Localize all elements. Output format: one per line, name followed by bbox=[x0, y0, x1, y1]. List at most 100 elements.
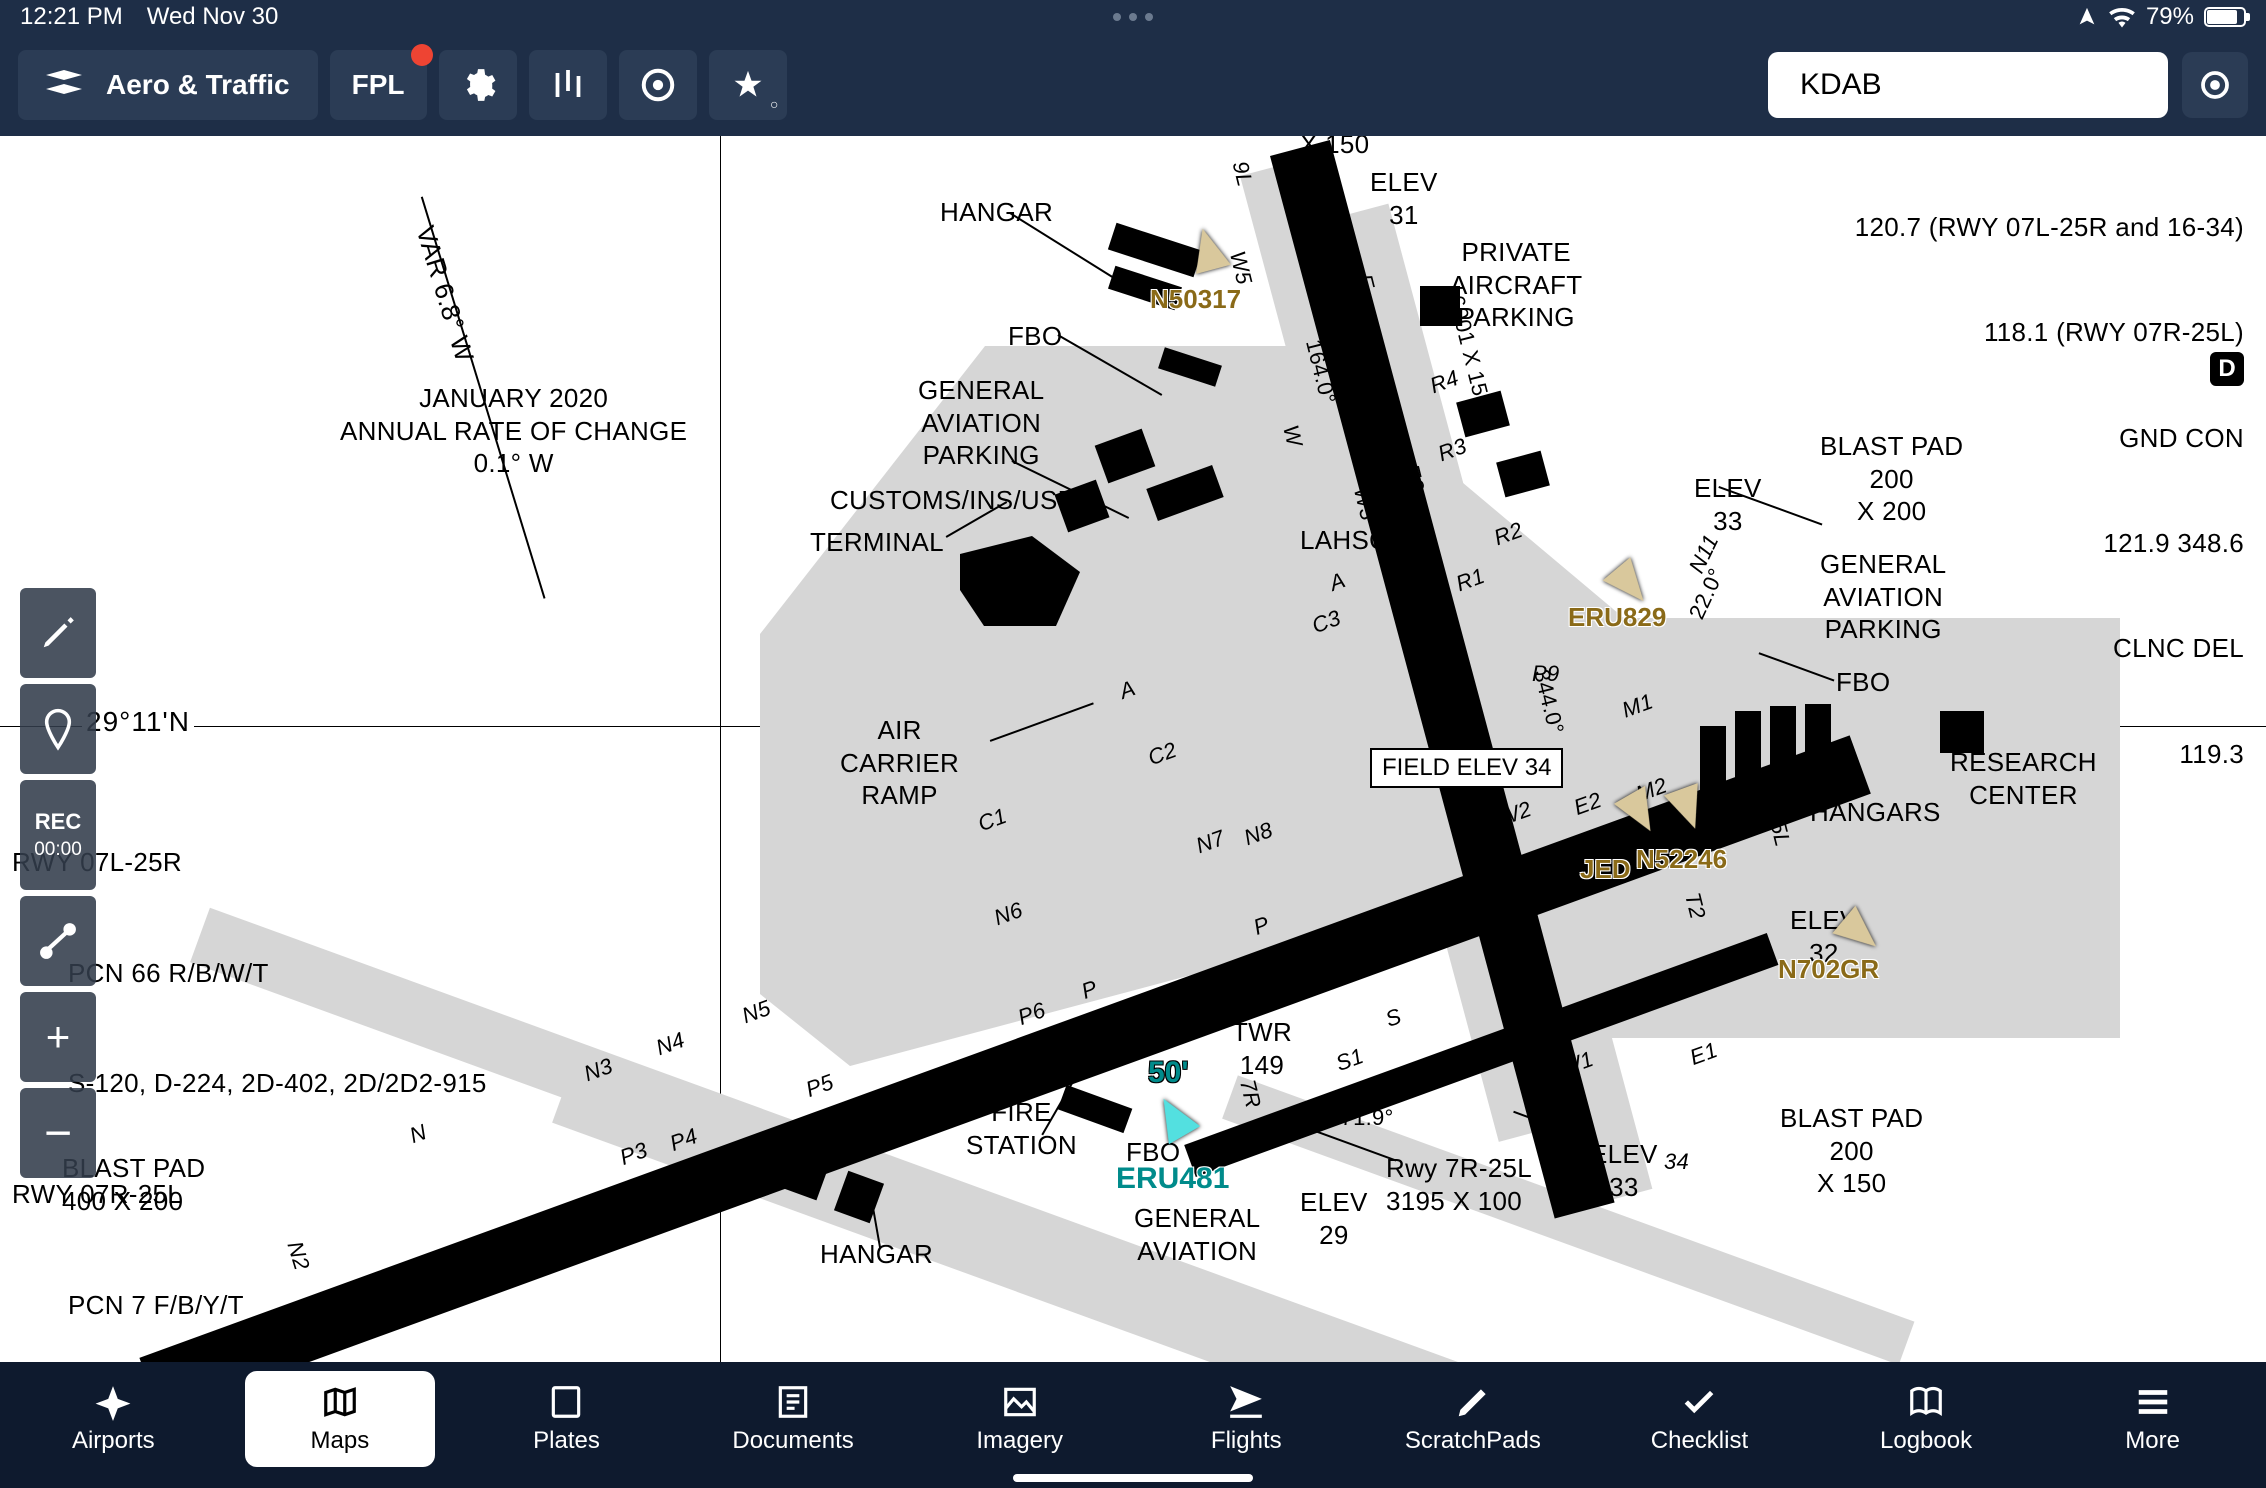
lbl-x150-top: X 150 bbox=[1300, 136, 1369, 161]
twy-N4: N4 bbox=[652, 1026, 688, 1062]
location-icon bbox=[2076, 6, 2098, 28]
top-toolbar: Aero & Traffic FPL ○ ✕ bbox=[0, 34, 2266, 136]
book-icon bbox=[1904, 1383, 1948, 1421]
lbl-elev33-s: ELEV 33 bbox=[1590, 1138, 1658, 1203]
bottom-tab-bar: Airports Maps Plates Documents Imagery F… bbox=[0, 1362, 2266, 1488]
traffic-eru829: ERU829 bbox=[1568, 602, 1666, 633]
menu-icon bbox=[2131, 1383, 2175, 1421]
traffic-n702gr: N702GR bbox=[1778, 954, 1879, 985]
tab-scratchpads[interactable]: ScratchPads bbox=[1378, 1362, 1568, 1476]
waypoint-tool-button[interactable] bbox=[20, 684, 96, 774]
tab-documents[interactable]: Documents bbox=[698, 1362, 888, 1476]
layers-icon bbox=[46, 70, 82, 100]
lbl-elev33: ELEV 33 bbox=[1694, 472, 1762, 537]
tab-plates[interactable]: Plates bbox=[471, 1362, 661, 1476]
tab-checklist[interactable]: Checklist bbox=[1604, 1362, 1794, 1476]
variation-label: VAR 6.8° W bbox=[409, 222, 481, 365]
lbl-hangars-e: HANGARS bbox=[1810, 796, 1941, 829]
lbl-elev29: ELEV 29 bbox=[1300, 1186, 1368, 1251]
d-badge: D bbox=[2210, 352, 2244, 386]
search-input[interactable] bbox=[1800, 68, 2186, 102]
lbl-ga-n: GENERAL AVIATION PARKING bbox=[918, 374, 1044, 472]
imagery-icon bbox=[998, 1383, 1042, 1421]
pin-icon bbox=[41, 707, 75, 751]
map-canvas[interactable]: 29°11'N FIEL bbox=[0, 136, 2266, 1362]
twy-P9: P9 bbox=[1532, 660, 1560, 688]
rwy-end-34: 34 bbox=[1664, 1148, 1689, 1176]
equalizer-icon bbox=[550, 67, 586, 103]
lbl-lahso: LAHSO bbox=[1300, 524, 1390, 557]
rec-time: 00:00 bbox=[34, 839, 82, 861]
twy-W5: W5 bbox=[1223, 248, 1258, 287]
timer-button[interactable] bbox=[619, 50, 697, 120]
check-icon bbox=[1677, 1383, 1721, 1421]
rec-label: REC bbox=[35, 809, 81, 835]
multitask-dots[interactable] bbox=[1113, 13, 1153, 21]
fpl-button[interactable]: FPL bbox=[330, 50, 427, 120]
draw-tool-button[interactable] bbox=[20, 588, 96, 678]
tab-imagery[interactable]: Imagery bbox=[925, 1362, 1115, 1476]
twy-S1: S1 bbox=[1332, 1042, 1367, 1077]
lbl-071: 071.9° bbox=[1328, 1104, 1394, 1132]
lbl-ga-e: GENERAL AVIATION PARKING bbox=[1820, 548, 1946, 646]
traffic-n52246: N52246 bbox=[1636, 844, 1727, 875]
battery-pct: 79% bbox=[2146, 3, 2194, 31]
map-tool-rail: REC 00:00 + − bbox=[20, 588, 96, 1178]
pencil-icon bbox=[39, 614, 77, 652]
layers-aero-button[interactable]: Aero & Traffic bbox=[18, 50, 318, 120]
lbl-blast-ne: BLAST PAD 200 X 200 bbox=[1820, 430, 1963, 528]
zoom-in-button[interactable]: + bbox=[20, 992, 96, 1082]
latitude-label: 29°11'N bbox=[82, 706, 194, 738]
home-indicator[interactable] bbox=[1013, 1474, 1253, 1482]
tab-logbook[interactable]: Logbook bbox=[1831, 1362, 2021, 1476]
star-icon bbox=[731, 68, 765, 102]
tab-maps[interactable]: Maps bbox=[245, 1371, 435, 1467]
gauge-icon bbox=[639, 66, 677, 104]
lbl-elev31: ELEV 31 bbox=[1370, 166, 1438, 231]
status-time: 12:21 PM bbox=[20, 3, 123, 31]
lbl-rwy7r: Rwy 7R-25L 3195 X 100 bbox=[1386, 1152, 1532, 1217]
pencil-icon bbox=[1451, 1383, 1495, 1421]
plane-icon bbox=[1224, 1383, 1268, 1421]
lbl-aircarrier: AIR CARRIER RAMP bbox=[840, 714, 959, 812]
traffic-eru481: ERU481 bbox=[1116, 1162, 1229, 1196]
center-map-button[interactable] bbox=[2182, 52, 2248, 118]
lbl-hangar-s: HANGAR bbox=[820, 1238, 933, 1271]
lbl-research: RESEARCH CENTER bbox=[1950, 746, 2097, 811]
field-elev-box: FIELD ELEV 34 bbox=[1370, 748, 1563, 788]
zoom-out-button[interactable]: − bbox=[20, 1088, 96, 1178]
document-icon bbox=[771, 1383, 815, 1421]
lbl-fbo-e: FBO bbox=[1836, 666, 1890, 699]
tab-airports[interactable]: Airports bbox=[18, 1362, 208, 1476]
twy-P5: P5 bbox=[802, 1068, 837, 1103]
tab-more[interactable]: More bbox=[2058, 1362, 2248, 1476]
wifi-icon bbox=[2108, 6, 2136, 28]
search-box[interactable]: ✕ bbox=[1768, 52, 2168, 118]
status-date: Wed Nov 30 bbox=[147, 3, 279, 31]
map-icon bbox=[318, 1383, 362, 1421]
lbl-fbo-n: FBO bbox=[1008, 320, 1062, 353]
lbl-twr: TWR 149 bbox=[1232, 1016, 1292, 1081]
route-tool-button[interactable] bbox=[20, 896, 96, 986]
annual-rate-label: JANUARY 2020 ANNUAL RATE OF CHANGE 0.1° … bbox=[340, 382, 687, 480]
battery-icon bbox=[2204, 7, 2246, 27]
app-root: 12:21 PM Wed Nov 30 79% Aero & Traffic F… bbox=[0, 0, 2266, 1488]
ownship-alt: 50' bbox=[1148, 1056, 1189, 1090]
twy-S: S bbox=[1382, 1002, 1405, 1033]
lbl-hangar-n: HANGAR bbox=[940, 196, 1053, 229]
settings-button[interactable] bbox=[439, 50, 517, 120]
tab-flights[interactable]: Flights bbox=[1151, 1362, 1341, 1476]
favorites-button[interactable]: ○ bbox=[709, 50, 787, 120]
traffic-jed: JED bbox=[1580, 854, 1631, 885]
lbl-ga-s: GENERAL AVIATION bbox=[1134, 1202, 1260, 1267]
audio-button[interactable] bbox=[529, 50, 607, 120]
lbl-terminal: TERMINAL bbox=[810, 526, 944, 559]
aero-traffic-label: Aero & Traffic bbox=[106, 69, 290, 101]
crosshair-icon bbox=[2197, 67, 2233, 103]
fpl-alert-badge bbox=[411, 44, 433, 66]
record-button[interactable]: REC 00:00 bbox=[20, 780, 96, 890]
route-icon bbox=[38, 921, 78, 961]
lbl-customs: CUSTOMS/INS/USDA bbox=[830, 484, 1094, 517]
twy-E1: E1 bbox=[1686, 1036, 1721, 1071]
plate-icon bbox=[544, 1383, 588, 1421]
